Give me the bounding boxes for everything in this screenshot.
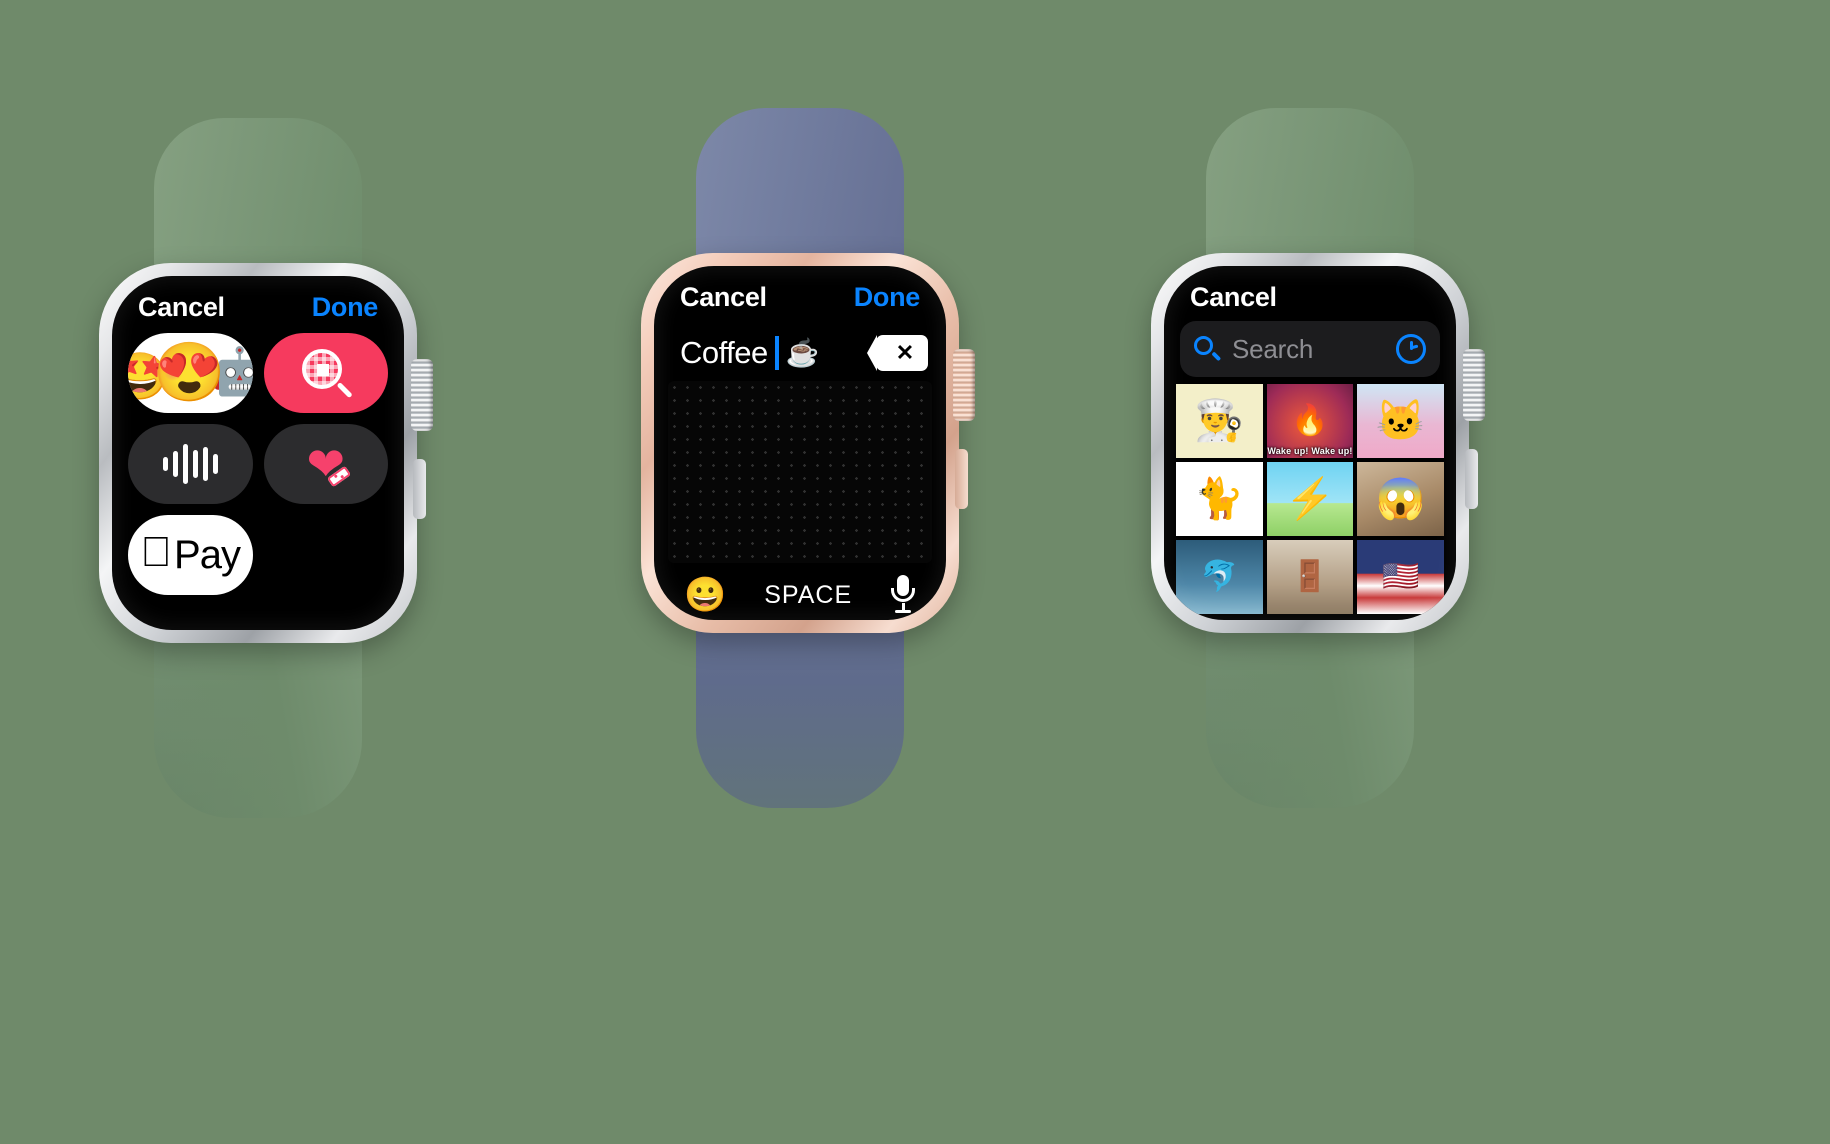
gif-thumb-art: 👨‍🍳 [1194,399,1245,443]
watch-screen-keyboard: Cancel Done Coffee ☕ ✕ 😀 SPACE [654,266,946,620]
memoji-faces-icon: 🤩 😍 🤖 [128,344,253,402]
apple-pay-logo:  Pay [141,531,241,578]
emoji-key[interactable]: 😀 [684,578,726,612]
microphone-icon[interactable] [890,575,916,615]
heartbeat-icon: ❤ [300,440,352,488]
compose-text-value: Coffee [680,335,768,370]
apple-pay-label: Pay [158,532,241,577]
navbar: Cancel Done [654,266,946,319]
digital-touch-button[interactable]: ❤ [263,424,388,504]
digital-crown[interactable] [1463,349,1485,421]
gif-thumb-art: 🐈 [1194,477,1245,521]
gif-search-field[interactable]: Search [1180,321,1440,377]
digital-crown[interactable] [953,349,975,421]
gif-thumb-art: 🚪 [1291,560,1329,593]
gif-caption: Wake up! Wake up! [1267,446,1353,456]
watch-screen-attachments: Cancel Done 🤩 😍 🤖 ❤ Pay [112,276,404,630]
message-compose-field[interactable]: Coffee ☕ ✕ [654,319,946,377]
waveform-icon [162,441,218,487]
gif-results-grid: 👨‍🍳 🔥 Wake up! Wake up! 🐱 🐈 [1176,384,1444,614]
cancel-button[interactable]: Cancel [138,292,225,323]
gif-magnifier-icon [300,347,353,399]
navbar: Cancel [1164,266,1456,319]
gif-result-6[interactable]: 😱 [1357,462,1444,536]
memoji-sticker-button[interactable]: 🤩 😍 🤖 [128,333,253,413]
memoji-face-2: 😍 [153,340,226,405]
done-button[interactable]: Done [312,292,379,323]
watch-case-gold: Cancel Done Coffee ☕ ✕ 😀 SPACE [641,253,975,633]
watch-case-silver: Cancel Done 🤩 😍 🤖 ❤ Pay [99,263,433,643]
cancel-button[interactable]: Cancel [1190,282,1277,313]
side-button[interactable] [955,449,968,509]
space-key[interactable]: SPACE [764,581,852,610]
delete-key[interactable]: ✕ [867,335,928,371]
delete-x-icon: ✕ [895,340,915,365]
gif-result-5[interactable]: ⚡ [1266,462,1354,536]
text-caret [774,336,779,370]
coffee-emoji: ☕ [785,338,820,368]
scribble-input-pad[interactable] [668,381,932,563]
side-button[interactable] [413,459,426,519]
gif-thumb-art: 😱 [1375,477,1426,521]
screenshot-stage: Cancel Done 🤩 😍 🤖 ❤ Pay Cancel Done Coff… [0,0,1830,1144]
gif-thumb-art: 🐱 [1375,399,1426,443]
cancel-button[interactable]: Cancel [680,282,767,313]
search-magnifier-icon [1194,336,1222,362]
side-button[interactable] [1465,449,1478,509]
gif-result-1[interactable]: 👨‍🍳 [1176,384,1263,458]
apple-pay-button[interactable]:  Pay [128,515,253,595]
keyboard-bottom-bar: 😀 SPACE [654,563,946,615]
gif-thumb-art: 🐬 [1200,560,1238,593]
gif-result-8[interactable]: 🚪 [1266,540,1354,614]
attachment-grid: 🤩 😍 🤖 ❤ Pay [112,329,404,595]
gif-search-button[interactable] [263,333,388,413]
digital-crown[interactable] [411,359,433,431]
gif-result-2[interactable]: 🔥 Wake up! Wake up! [1266,384,1354,458]
gif-thumb-art: 🇺🇸 [1381,560,1420,593]
watch-case-silver: Cancel Search 👨‍🍳 [1151,253,1485,633]
gif-result-3[interactable]: 🐱 [1357,384,1444,458]
gif-result-7[interactable]: 🐬 [1176,540,1263,614]
apple-logo-icon:  [141,531,173,573]
watch-screen-gif-search: Cancel Search 👨‍🍳 [1164,266,1456,620]
search-placeholder-text: Search [1232,333,1314,364]
gif-result-9[interactable]: 🇺🇸 [1357,540,1444,614]
gif-thumb-art: ⚡ [1285,477,1335,521]
audio-message-button[interactable] [128,424,253,504]
recents-clock-icon[interactable] [1396,334,1426,364]
done-button[interactable]: Done [854,282,921,313]
navbar: Cancel Done [112,276,404,329]
gif-result-4[interactable]: 🐈 [1176,462,1263,536]
